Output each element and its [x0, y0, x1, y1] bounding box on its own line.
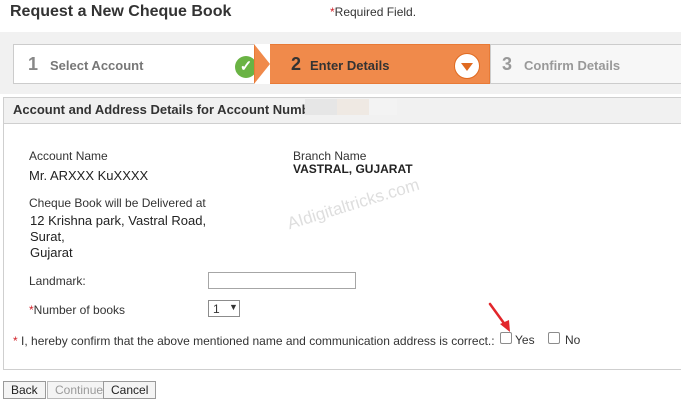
redacted-account-number: [305, 99, 337, 115]
step-label: Enter Details: [310, 58, 390, 73]
address-line: Gujarat: [30, 245, 73, 260]
step-label: Select Account: [50, 58, 144, 73]
redacted-account-number: [337, 99, 369, 115]
confirm-no-checkbox[interactable]: [548, 332, 560, 344]
branch-name-value: VASTRAL, GUJARAT: [293, 162, 413, 176]
required-note-text: Required Field.: [334, 5, 417, 19]
number-of-books-label: *Number of books: [29, 303, 125, 317]
required-star: *: [13, 334, 18, 348]
section-title: Account and Address Details for Account …: [13, 102, 327, 117]
confirm-yes-label: Yes: [515, 333, 535, 347]
back-button[interactable]: Back: [3, 381, 46, 399]
address-line: Surat,: [30, 229, 65, 244]
confirm-text: I, hereby confirm that the above mention…: [21, 334, 495, 348]
step-enter-details[interactable]: 2 Enter Details: [254, 44, 490, 84]
arrow-icon: [488, 302, 510, 332]
step-number: 2: [291, 54, 302, 74]
books-label-text: Number of books: [33, 303, 126, 317]
landmark-label: Landmark:: [29, 274, 86, 288]
required-field-note: *Required Field.: [330, 5, 416, 19]
step-confirm-details[interactable]: 3 Confirm Details: [490, 44, 681, 84]
selected-value: 1: [213, 302, 220, 316]
page-title: Request a New Cheque Book: [10, 3, 232, 20]
branch-name-label: Branch Name: [293, 149, 367, 163]
step-number: 1: [28, 54, 39, 74]
delivery-address-label: Cheque Book will be Delivered at: [29, 196, 206, 210]
chevron-down-icon: [454, 53, 480, 79]
dropdown-arrow-icon: ▼: [229, 302, 238, 312]
landmark-input[interactable]: [208, 272, 356, 289]
step-number: 3: [502, 54, 513, 74]
account-name-value: Mr. ARXXX KuXXXX: [29, 168, 149, 183]
confirm-no-label: No: [565, 333, 581, 347]
cancel-button[interactable]: Cancel: [103, 381, 157, 399]
confirm-address-text: * I, hereby confirm that the above menti…: [13, 334, 495, 348]
delivery-address: 12 Krishna park, Vastral Road, Surat, Gu…: [30, 213, 206, 261]
step-divider: [254, 44, 270, 84]
address-line: 12 Krishna park, Vastral Road,: [30, 213, 207, 228]
step-select-account[interactable]: 1 Select Account ✓: [13, 44, 259, 84]
redacted-account-number: [369, 99, 397, 115]
step-label: Confirm Details: [524, 58, 621, 73]
continue-button[interactable]: Continue: [47, 381, 112, 399]
number-of-books-select[interactable]: 1 ▼: [208, 300, 240, 317]
account-name-label: Account Name: [29, 149, 108, 163]
